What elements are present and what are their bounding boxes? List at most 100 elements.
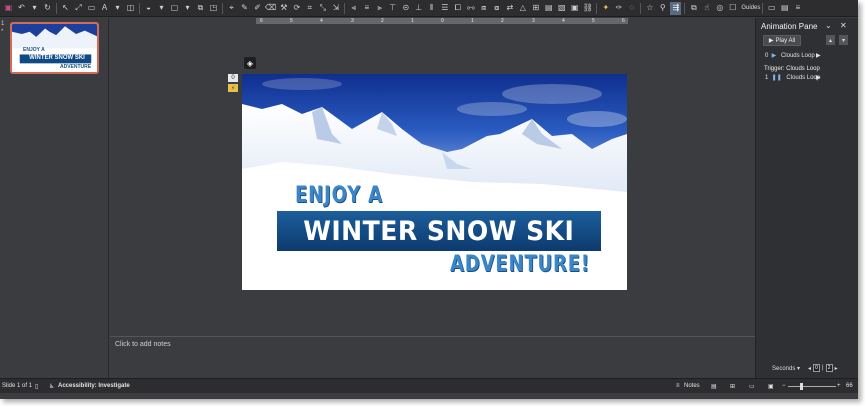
draw-icon[interactable]: ✎ [239, 2, 250, 15]
notes-toggle[interactable]: Notes [684, 383, 700, 389]
save-icon[interactable]: ▣ [3, 2, 14, 15]
zoom-in-icon[interactable]: ▸ [835, 365, 838, 372]
shrink-icon[interactable]: ⇲ [330, 2, 341, 15]
slideshow-icon[interactable]: ▣ [768, 383, 774, 390]
select-objects-icon[interactable]: ⤢ [73, 2, 84, 15]
title-line-2[interactable]: WINTER SNOW SKI [303, 216, 574, 247]
align-left-icon[interactable]: ⫷ [348, 2, 359, 15]
shapes-icon[interactable]: ◳ [208, 2, 219, 15]
present-icon[interactable]: ▤ [779, 2, 790, 15]
customize-toolbar-icon[interactable]: ≡ [792, 2, 803, 15]
animation-item[interactable]: 1 ❚❚ Clouds Loop [765, 74, 820, 81]
highlight-icon[interactable]: ✑ [613, 2, 624, 15]
shape-fill-icon[interactable]: ◒ [143, 2, 154, 15]
timeline-end[interactable]: 2 [825, 364, 833, 372]
normal-view-icon[interactable]: ▤ [711, 383, 717, 390]
item-options-icon[interactable]: ▶ [816, 74, 821, 81]
zoom-slider-track[interactable] [788, 386, 836, 387]
distribute-horizontal-icon[interactable]: ⦀ [426, 2, 437, 15]
seconds-dropdown[interactable]: Seconds ▾ [772, 365, 800, 372]
align-bottom-icon[interactable]: ⊥ [413, 2, 424, 15]
close-icon[interactable]: ✕ [840, 21, 847, 30]
align-middle-icon[interactable]: ⊝ [400, 2, 411, 15]
zoom-slider-thumb[interactable] [800, 383, 803, 390]
layout-icon[interactable]: ▭ [766, 2, 777, 15]
align-top-icon[interactable]: ⊤ [387, 2, 398, 15]
select-icon[interactable]: ↖ [60, 2, 71, 15]
outline-dropdown-icon[interactable]: ▾ [182, 2, 193, 15]
zoom-out-icon[interactable]: ◂ [808, 365, 811, 372]
reading-view-icon[interactable]: ▭ [749, 383, 755, 390]
animation-item-label: Clouds Loop [780, 53, 815, 59]
spelling-icon[interactable]: ▯ [35, 383, 38, 390]
title-banner[interactable]: WINTER SNOW SKI [277, 211, 601, 251]
text-box-icon[interactable]: ▭ [86, 2, 97, 15]
zoom-out-icon[interactable]: − [782, 383, 786, 389]
combine-icon[interactable]: ◎ [714, 2, 725, 15]
slide-sorter-icon[interactable]: ⊞ [730, 383, 735, 390]
duplicate-icon[interactable]: ⧉ [688, 2, 699, 15]
table-icon[interactable]: ⊞ [530, 2, 541, 15]
notes-icon[interactable]: ≡ [676, 383, 680, 389]
title-line-3[interactable]: ADVENTURE! [450, 252, 590, 277]
accessibility-icon[interactable]: ♿ [49, 383, 54, 390]
lasso-icon[interactable]: ◌ [626, 2, 637, 15]
fill-dropdown-icon[interactable]: ▾ [156, 2, 167, 15]
group-icon[interactable]: ⧠ [452, 2, 463, 15]
timeline-start[interactable]: 0 [813, 364, 821, 372]
flip-icon[interactable]: ⇄ [504, 2, 515, 15]
pin-icon[interactable]: ⚲ [657, 2, 668, 15]
eraser-icon[interactable]: ⌫ [265, 2, 276, 15]
rotate-icon[interactable]: ⟳ [291, 2, 302, 15]
format-painter-icon[interactable]: ⚒ [278, 2, 289, 15]
resize-icon[interactable]: ⤡ [317, 2, 328, 15]
align-center-icon[interactable]: ≡ [361, 2, 372, 15]
notes-pane[interactable]: Click to add notes [110, 336, 755, 378]
slide-thumbnail[interactable]: ENJOY A WINTER SNOW SKI ADVENTURE [10, 22, 99, 74]
move-down-icon[interactable]: ▾ [839, 35, 848, 45]
slide[interactable]: ENJOY A WINTER SNOW SKI ADVENTURE! [242, 74, 627, 290]
notes-placeholder[interactable]: Click to add notes [115, 341, 171, 348]
chart-icon[interactable]: ▤ [543, 2, 554, 15]
title-line-1[interactable]: ENJOY A [295, 183, 383, 208]
edit-points-icon[interactable]: ⌖ [226, 2, 237, 15]
guides-label[interactable]: Guides [741, 5, 760, 11]
triangle-icon[interactable]: △ [517, 2, 528, 15]
star-icon[interactable]: ☆ [644, 2, 655, 15]
arrange-icon[interactable]: ⧉ [195, 2, 206, 15]
link-icon[interactable]: ⛓ [582, 2, 593, 15]
redo-icon[interactable]: ↻ [42, 2, 53, 15]
touch-icon[interactable]: ☝ [701, 2, 712, 15]
zoom-in-icon[interactable]: + [837, 383, 841, 389]
comment-icon[interactable]: ✦ [600, 2, 611, 15]
accessibility-status[interactable]: Accessibility: Investigate [58, 383, 130, 389]
trigger-tag-icon[interactable]: ⚡ [228, 84, 238, 92]
crop-icon[interactable]: ⌗ [304, 2, 315, 15]
bring-forward-icon[interactable]: ⧈ [478, 2, 489, 15]
picture-icon[interactable]: ▧ [556, 2, 567, 15]
animation-tag[interactable]: 0 [228, 74, 238, 82]
animation-item[interactable]: 0 ▶ Clouds Loop [765, 52, 815, 59]
frame-icon[interactable]: ◫ [125, 2, 136, 15]
media-icon[interactable]: ▣ [569, 2, 580, 15]
move-up-icon[interactable]: ▴ [826, 35, 835, 45]
align-right-icon[interactable]: ⫸ [374, 2, 385, 15]
play-all-button[interactable]: ▶ Play All [763, 35, 801, 46]
ruler-tick: 5 [592, 18, 595, 24]
item-options-icon[interactable]: ▶ [816, 52, 821, 59]
designer-icon[interactable]: ◈ [244, 57, 256, 69]
chevron-down-icon[interactable]: ⌄ [825, 21, 832, 30]
text-dropdown-icon[interactable]: ▾ [112, 2, 123, 15]
pen-icon[interactable]: ✐ [252, 2, 263, 15]
distribute-vertical-icon[interactable]: ☰ [439, 2, 450, 15]
guides-checkbox-icon[interactable]: ☐ [727, 2, 738, 15]
shape-outline-icon[interactable]: ▢ [169, 2, 180, 15]
text-color-icon[interactable]: A [99, 2, 110, 15]
undo-icon[interactable]: ↶ [16, 2, 27, 15]
separator [762, 2, 764, 14]
send-backward-icon[interactable]: ⧇ [491, 2, 502, 15]
zoom-level[interactable]: 66 [846, 383, 853, 389]
animation-pane-icon[interactable]: ⇶ [670, 1, 682, 15]
ungroup-icon[interactable]: ⧟ [465, 2, 476, 15]
undo-dropdown-icon[interactable]: ▾ [29, 2, 40, 15]
